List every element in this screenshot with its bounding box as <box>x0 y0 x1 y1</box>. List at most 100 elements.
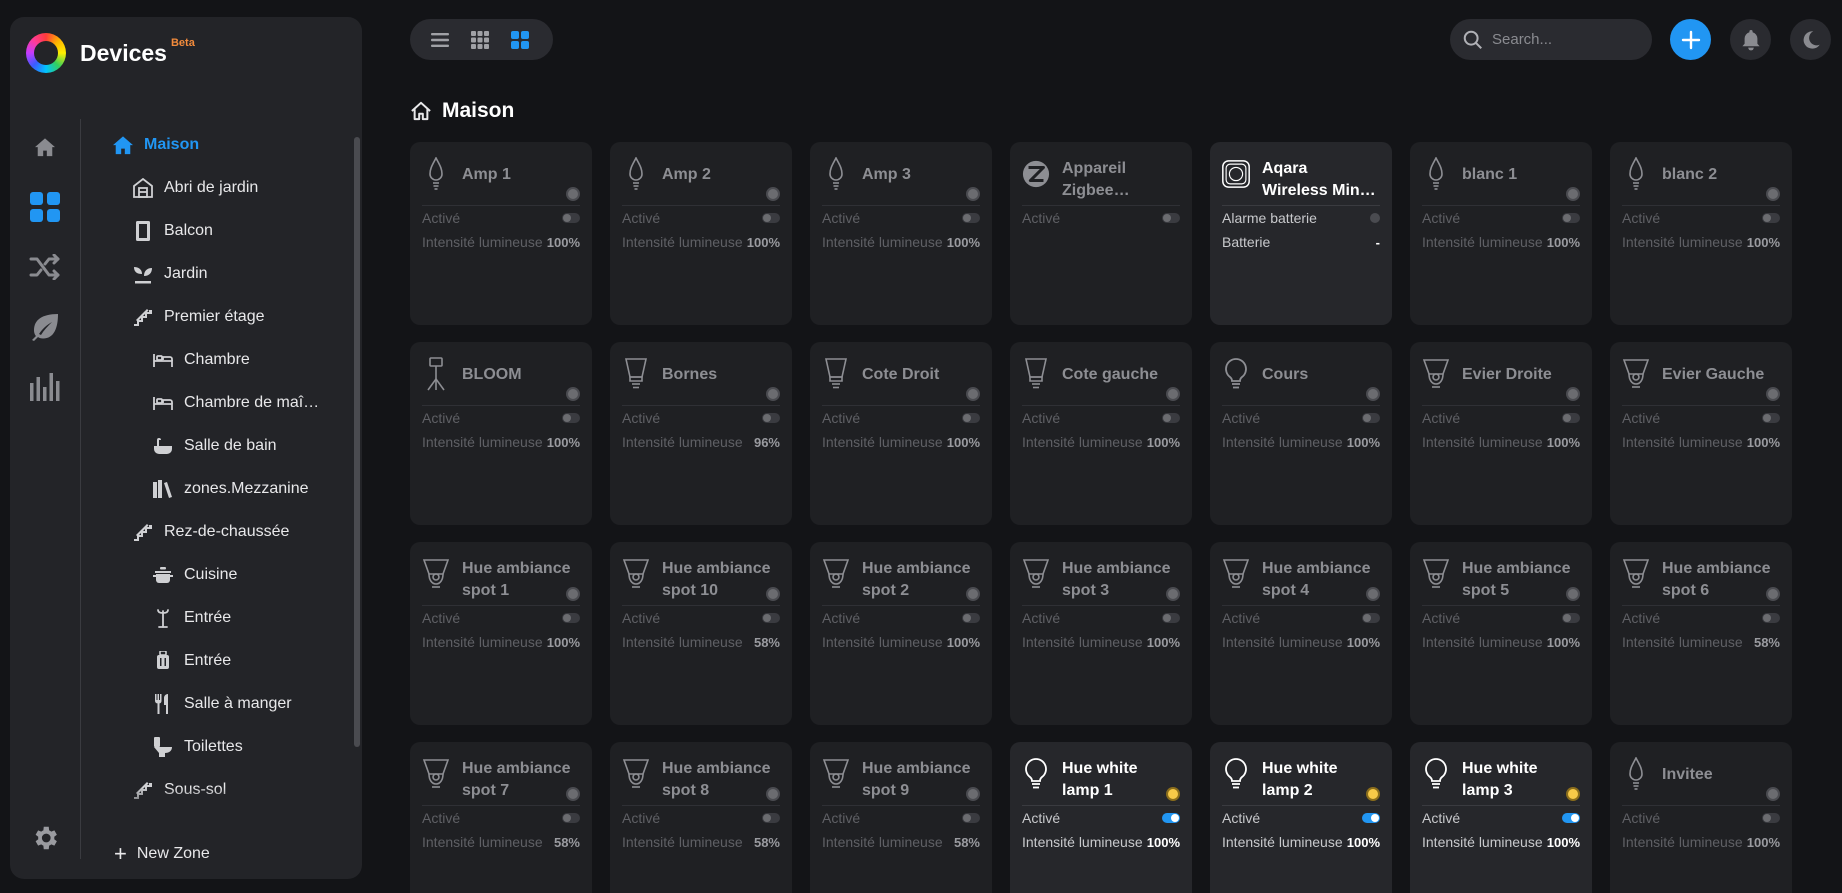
settings-button[interactable] <box>10 813 80 863</box>
onoff-toggle[interactable] <box>1762 613 1780 623</box>
device-card[interactable]: Bornes Activé Intensité lumineuse 96% <box>610 342 792 525</box>
light-state-indicator[interactable] <box>1566 587 1580 601</box>
light-state-indicator[interactable] <box>566 387 580 401</box>
device-card[interactable]: Hue white lamp 1 Activé Intensité lumineus… <box>1010 742 1192 893</box>
device-card[interactable]: Hue ambiance spot 1 Activé Intensité lumin… <box>410 542 592 725</box>
onoff-toggle[interactable] <box>1562 413 1580 423</box>
device-card[interactable]: BLOOM Activé Intensité lumineuse 100% <box>410 342 592 525</box>
intensity-value[interactable]: 100% <box>947 635 980 650</box>
device-card[interactable]: Hue ambiance spot 10 Activé Intensité lumi… <box>610 542 792 725</box>
onoff-toggle[interactable] <box>962 613 980 623</box>
onoff-toggle[interactable] <box>1562 613 1580 623</box>
onoff-toggle[interactable] <box>562 213 580 223</box>
light-state-indicator[interactable] <box>1366 587 1380 601</box>
onoff-toggle[interactable] <box>562 613 580 623</box>
onoff-toggle[interactable] <box>562 413 580 423</box>
device-card[interactable]: Hue ambiance spot 3 Activé Intensité lumin… <box>1010 542 1192 725</box>
zone-item[interactable]: Abri de jardin <box>100 166 350 209</box>
light-state-indicator[interactable] <box>766 587 780 601</box>
dark-mode-button[interactable] <box>1790 19 1831 60</box>
zone-item[interactable]: Balcon <box>100 209 350 252</box>
light-state-indicator[interactable] <box>566 187 580 201</box>
device-card[interactable]: Evier Droite Activé Intensité lumineuse 100… <box>1410 342 1592 525</box>
light-state-indicator[interactable] <box>1766 187 1780 201</box>
grid-view-button[interactable] <box>510 30 530 50</box>
onoff-toggle[interactable] <box>762 413 780 423</box>
intensity-value[interactable]: 100% <box>747 235 780 250</box>
device-card[interactable]: Cote gauche Activé Intensité lumineuse 100% <box>1010 342 1192 525</box>
device-card[interactable]: Hue ambiance spot 5 Activé Intensité lumin… <box>1410 542 1592 725</box>
light-state-indicator[interactable] <box>1366 387 1380 401</box>
rail-item-energy[interactable] <box>10 297 80 357</box>
zone-item[interactable]: Maison <box>100 123 350 166</box>
zone-item[interactable]: zones.Mezzanine <box>100 467 350 510</box>
device-card[interactable]: Amp 1 Activé Intensité lumineuse 100% <box>410 142 592 325</box>
light-state-indicator[interactable] <box>1766 787 1780 801</box>
intensity-value[interactable]: 100% <box>1147 435 1180 450</box>
device-card[interactable]: Amp 2 Activé Intensité lumineuse 100% <box>610 142 792 325</box>
intensity-value[interactable]: 100% <box>1147 835 1180 850</box>
light-state-indicator[interactable] <box>1166 787 1180 801</box>
intensity-value[interactable]: 100% <box>947 235 980 250</box>
intensity-value[interactable]: 100% <box>547 235 580 250</box>
onoff-toggle[interactable] <box>562 813 580 823</box>
light-state-indicator[interactable] <box>966 787 980 801</box>
notifications-button[interactable] <box>1730 19 1771 60</box>
device-card[interactable]: Hue ambiance spot 8 Activé Intensité lumin… <box>610 742 792 893</box>
zone-item[interactable]: Premier étage <box>100 295 350 338</box>
onoff-toggle[interactable] <box>962 213 980 223</box>
intensity-value[interactable]: 58% <box>754 635 780 650</box>
rail-item-devices[interactable] <box>10 177 80 237</box>
intensity-value[interactable]: 96% <box>754 435 780 450</box>
zone-item[interactable]: Rez-de-chaussée <box>100 510 350 553</box>
intensity-value[interactable]: 100% <box>1547 635 1580 650</box>
onoff-toggle[interactable] <box>1562 213 1580 223</box>
light-state-indicator[interactable] <box>766 787 780 801</box>
rail-item-flows[interactable] <box>10 237 80 297</box>
device-card[interactable]: Evier Gauche Activé Intensité lumineuse 100… <box>1610 342 1792 525</box>
light-state-indicator[interactable] <box>1766 387 1780 401</box>
zone-item[interactable]: Salle de bain <box>100 424 350 467</box>
device-card[interactable]: Aqara Wireless Mini Switch… Alarme batter… <box>1210 142 1392 325</box>
device-card[interactable]: Amp 3 Activé Intensité lumineuse 100% <box>810 142 992 325</box>
onoff-toggle[interactable] <box>762 613 780 623</box>
device-card[interactable]: Hue ambiance spot 2 Activé Intensité lumin… <box>810 542 992 725</box>
light-state-indicator[interactable] <box>1566 787 1580 801</box>
onoff-toggle[interactable] <box>962 813 980 823</box>
zone-item[interactable]: Cuisine <box>100 553 350 596</box>
intensity-value[interactable]: 100% <box>1547 835 1580 850</box>
light-state-indicator[interactable] <box>966 187 980 201</box>
intensity-value[interactable]: 58% <box>954 835 980 850</box>
list-view-button[interactable] <box>430 30 450 50</box>
onoff-toggle[interactable] <box>1162 413 1180 423</box>
onoff-toggle[interactable] <box>1762 813 1780 823</box>
light-state-indicator[interactable] <box>1766 587 1780 601</box>
intensity-value[interactable]: 58% <box>754 835 780 850</box>
device-card[interactable]: Hue ambiance spot 7 Activé Intensité lumin… <box>410 742 592 893</box>
zone-item[interactable]: Entrée <box>100 639 350 682</box>
intensity-value[interactable]: 100% <box>1347 635 1380 650</box>
zone-item[interactable]: Jardin <box>100 252 350 295</box>
zone-item[interactable]: Entrée <box>100 596 350 639</box>
zone-item[interactable]: Salle à manger <box>100 682 350 725</box>
intensity-value[interactable]: 100% <box>1147 635 1180 650</box>
onoff-toggle[interactable] <box>1762 413 1780 423</box>
onoff-toggle[interactable] <box>762 213 780 223</box>
intensity-value[interactable]: 58% <box>554 835 580 850</box>
onoff-toggle[interactable] <box>1562 813 1580 823</box>
light-state-indicator[interactable] <box>1166 387 1180 401</box>
intensity-value[interactable]: 58% <box>1754 635 1780 650</box>
light-state-indicator[interactable] <box>966 587 980 601</box>
device-card[interactable]: Cote Droit Activé Intensité lumineuse 100% <box>810 342 992 525</box>
intensity-value[interactable]: 100% <box>1347 435 1380 450</box>
zone-item[interactable]: Toilettes <box>100 725 350 768</box>
light-state-indicator[interactable] <box>966 387 980 401</box>
device-card[interactable]: Appareil Zigbee inconnuActivé <box>1010 142 1192 325</box>
onoff-toggle[interactable] <box>1162 813 1180 823</box>
onoff-toggle[interactable] <box>1162 613 1180 623</box>
rail-item-home[interactable] <box>10 117 80 177</box>
device-card[interactable]: Hue ambiance spot 6 Activé Intensité lumin… <box>1610 542 1792 725</box>
light-state-indicator[interactable] <box>1566 387 1580 401</box>
onoff-toggle[interactable] <box>1362 613 1380 623</box>
light-state-indicator[interactable] <box>566 787 580 801</box>
